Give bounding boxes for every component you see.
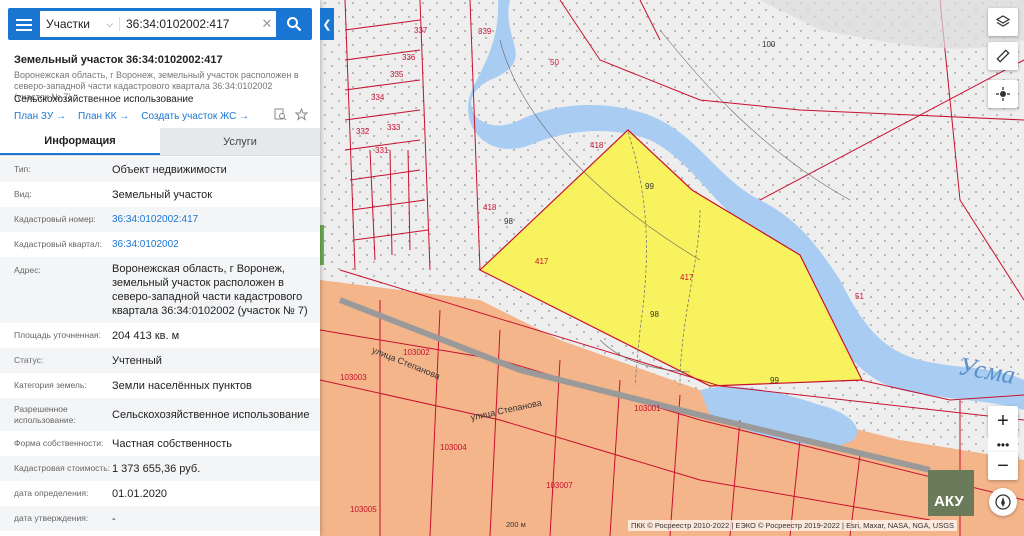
minus-icon: −: [997, 454, 1009, 477]
parcel-label: 337: [414, 26, 428, 35]
quarter-label: 103001: [634, 404, 661, 413]
parcel-label: 99: [645, 182, 654, 191]
search-type-select[interactable]: Участки ⌵: [40, 17, 120, 31]
compass-button[interactable]: [989, 488, 1017, 516]
star-icon[interactable]: [295, 108, 308, 121]
attr-row: Кадастровый квартал: 36:34:0102002: [0, 232, 320, 257]
search-input[interactable]: 36:34:0102002:417: [120, 17, 258, 31]
attr-row: Форма собственности: Частная собственност…: [14, 437, 233, 450]
cadastral-quarter-link[interactable]: 36:34:0102002: [112, 238, 320, 252]
parcel-label: 50: [550, 58, 559, 67]
attr-row: Кадастровая стоимость: 1 373 655,36 руб.: [0, 456, 320, 481]
parcel-label: 339: [478, 27, 492, 36]
zoom-out-button[interactable]: −: [988, 452, 1018, 480]
layers-button[interactable]: [988, 8, 1018, 36]
attr-row: Площадь уточненная: 204 413 кв. м: [14, 329, 180, 342]
object-use: Сельскохозяйственное использование: [14, 94, 194, 105]
parcel-label: 333: [387, 123, 401, 132]
parcel-label: 417: [680, 273, 694, 282]
attr-row: Тип: Объект недвижимости: [0, 157, 320, 182]
parcel-label: 331: [375, 146, 389, 155]
watermark-logo: АКУ: [934, 493, 964, 510]
chevron-down-icon: ⌵: [106, 18, 113, 29]
link-plan-kk[interactable]: План КК →: [78, 111, 129, 122]
parcel-label: 335: [390, 70, 404, 79]
quarter-label: 103007: [546, 481, 573, 490]
crosshair-icon: [996, 87, 1010, 101]
search-button[interactable]: [276, 8, 312, 40]
tab-info[interactable]: Информация: [0, 128, 160, 155]
tab-services[interactable]: Услуги: [160, 128, 320, 155]
parcel-label: 336: [402, 53, 416, 62]
object-title: Земельный участок 36:34:0102002:417: [14, 54, 223, 66]
search-type-value: Участки: [46, 17, 90, 31]
parcel-label: 98: [650, 310, 659, 319]
parcel-label: 99: [770, 376, 779, 385]
quarter-label: 103003: [340, 373, 367, 382]
parcel-label: 334: [371, 93, 385, 102]
collapse-panel-button[interactable]: ❮: [320, 8, 334, 40]
attr-row: Вид: Земельный участок: [14, 188, 213, 201]
zoom-in-button[interactable]: +: [988, 406, 1018, 436]
ruler-icon: [996, 49, 1010, 63]
quarter-label: 103002: [403, 348, 430, 357]
link-plan-zu[interactable]: План ЗУ →: [14, 111, 66, 122]
quarter-label: 103005: [350, 505, 377, 514]
parcel-label: 417: [535, 257, 549, 266]
map-attribution: ПКК © Росреестр 2010-2022 | ЕЭКО © Росре…: [628, 520, 958, 531]
attr-row: Категория земель: Земли населённых пункто…: [14, 379, 252, 392]
parcel-label: 100: [762, 40, 776, 49]
menu-icon[interactable]: [16, 16, 32, 32]
parcel-label: 418: [483, 203, 497, 212]
attr-row: Статус: Учтенный: [0, 348, 320, 373]
scale-bar: 200 м: [506, 520, 526, 529]
chevron-left-icon: ❮: [322, 18, 332, 31]
quarter-label: 103004: [440, 443, 467, 452]
clear-icon[interactable]: ✕: [258, 16, 276, 32]
layers-icon: [996, 15, 1010, 27]
more-icon: •••: [996, 438, 1010, 452]
parcel-label: 332: [356, 127, 370, 136]
parcel-label: 98: [504, 217, 513, 226]
search-document-icon[interactable]: [274, 108, 287, 121]
attr-row: дата утверждения: -: [0, 506, 320, 531]
measure-button[interactable]: [988, 42, 1018, 70]
compass-icon: [995, 494, 1011, 510]
attr-row: дата определения: 01.01.2020: [14, 487, 168, 500]
attr-row: Кадастровый номер: 36:34:0102002:417: [0, 207, 320, 232]
attr-row: Адрес: Воронежская область, г Воронеж, зе…: [0, 257, 320, 323]
attr-row: Разрешенное использование: Сельскохозяйст…: [0, 398, 320, 431]
search-bar: Участки ⌵ 36:34:0102002:417 ✕: [8, 8, 312, 40]
search-icon: [287, 17, 302, 32]
locate-button[interactable]: [988, 80, 1018, 108]
attributes-list: Тип: Объект недвижимости Вид: Земельный уч…: [0, 157, 320, 531]
link-create-parcel[interactable]: Создать участок ЖС →: [141, 111, 249, 122]
parcel-label: 51: [855, 292, 864, 301]
parcel-label: 418: [590, 141, 604, 150]
plus-icon: +: [997, 409, 1009, 432]
cadastral-number-link[interactable]: 36:34:0102002:417: [112, 213, 320, 227]
info-panel: Участки ⌵ 36:34:0102002:417 ✕ Земельный …: [0, 0, 320, 536]
